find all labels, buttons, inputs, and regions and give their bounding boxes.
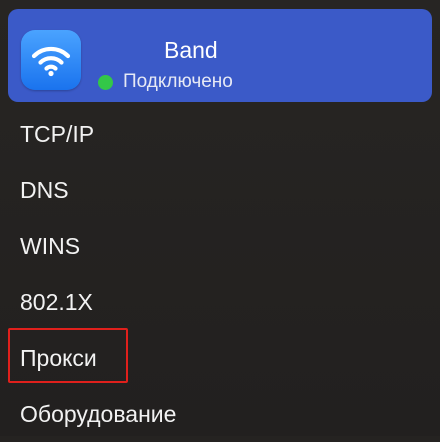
menu-item-label: Прокси [20,345,97,371]
menu-item-8021x[interactable]: 802.1X [0,274,440,330]
menu-item-tcpip[interactable]: TCP/IP [0,106,440,162]
status-text: Подключено [123,71,233,92]
menu-item-label: DNS [20,177,69,203]
menu-item-label: WINS [20,233,81,259]
status-dot-icon [98,74,113,90]
menu-item-hardware[interactable]: Оборудование [0,386,440,442]
network-card[interactable]: Band Подключено [8,9,432,102]
menu-item-label: 802.1X [20,289,93,315]
network-settings-panel: Band Подключено TCP/IP DNS WINS 802.1X П… [0,0,440,436]
menu-item-label: Оборудование [20,401,177,427]
wifi-icon [21,30,81,90]
menu-item-wins[interactable]: WINS [0,218,440,274]
menu-item-proxies[interactable]: Прокси [0,330,440,386]
connection-status: Подключено [98,70,233,94]
menu-item-dns[interactable]: DNS [0,162,440,218]
menu-item-label: TCP/IP [20,121,95,147]
network-name: Band [164,37,218,63]
